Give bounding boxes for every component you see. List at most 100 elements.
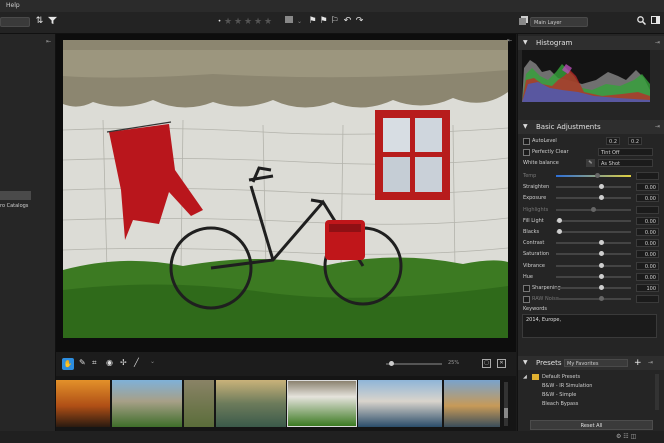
perfectly-clear-checkbox[interactable] [523,149,530,156]
panel-toggle-icon[interactable] [650,16,661,27]
line-tool-icon[interactable]: ╱ [134,358,139,367]
fullscreen-icon[interactable]: ✕ [497,359,506,368]
layers-icon[interactable] [518,16,529,27]
histogram-header[interactable]: ▼ Histogram ⇥ [518,36,664,50]
autolevel-value-1[interactable]: 0.2 [606,137,620,145]
adjustment-value[interactable]: 0.00 [636,261,659,270]
reset-all-button[interactable]: Reset All [530,420,653,430]
color-label-chevron-icon[interactable]: ⌄ [294,16,305,27]
eyedropper-icon[interactable]: ✎ [79,358,86,367]
adjustment-slider[interactable] [556,285,631,290]
histogram-menu-icon[interactable]: ⇥ [655,36,660,50]
adjustment-slider[interactable] [556,173,631,178]
adjustment-slider-knob[interactable] [598,285,604,290]
adjustment-slider[interactable] [556,262,631,268]
add-preset-icon[interactable]: + [634,356,642,370]
star-3-icon[interactable]: ★ [244,17,252,27]
status-icons[interactable]: ⚙ ☷ ◫ [616,431,636,443]
adjustment-value[interactable]: 0.00 [636,216,659,225]
thumbnail[interactable] [444,380,500,427]
repair-brush-icon[interactable]: ✢ [120,358,127,367]
star-1-icon[interactable]: ★ [224,17,232,27]
crop-icon[interactable]: ⌗ [92,358,97,368]
adjustment-slider[interactable] [556,273,631,279]
presets-scrollbar[interactable] [655,374,659,410]
flag-icon[interactable]: ⚑ [307,16,318,27]
layer-select[interactable]: Main Layer [530,17,588,27]
adjustment-slider-knob[interactable] [557,217,563,223]
adjustment-slider-knob[interactable] [598,296,604,302]
adjustment-slider-knob[interactable] [598,273,604,279]
tools-more-chevron-icon[interactable]: ⌄ [150,358,155,365]
adjustment-slider[interactable] [556,229,631,234]
adjustment-slider[interactable] [556,184,631,190]
adjustment-slider[interactable] [556,251,631,257]
basic-adjustments-header[interactable]: ▼ Basic Adjustments ⇥ [518,120,664,134]
sort-icon[interactable]: ⇅ [34,16,45,27]
zoom-slider-knob[interactable] [389,361,394,366]
star-5-icon[interactable]: ★ [264,17,272,27]
presets-select[interactable]: My Favorites [564,359,628,367]
star-4-icon[interactable]: ★ [254,17,262,27]
adjustment-value[interactable]: 0.00 [636,272,659,281]
autolevel-value-2[interactable]: 0.2 [628,137,642,145]
filter-icon[interactable] [47,16,58,27]
preset-item[interactable]: Bleach Bypass [518,399,664,409]
adjustment-slider-knob[interactable] [598,262,604,268]
adjustment-checkbox[interactable] [523,285,530,292]
filmstrip-scrollbar[interactable] [504,382,508,426]
main-photo[interactable] [63,40,508,338]
adjustment-slider-knob[interactable] [591,206,596,212]
adjustment-value[interactable]: 0.00 [636,239,659,248]
adjustment-slider-knob[interactable] [594,173,600,178]
adjustment-value[interactable] [636,205,659,214]
thumbnail[interactable] [56,380,110,427]
adjustment-slider-knob[interactable] [598,240,604,246]
flag-reject-icon[interactable]: ⚑ [318,16,329,27]
adjustment-slider[interactable] [556,195,631,201]
thumbnail[interactable] [216,380,286,427]
red-eye-icon[interactable]: ◉ [106,358,113,367]
color-label-icon[interactable] [283,16,294,27]
thumbnail[interactable] [112,380,182,427]
autolevel-checkbox[interactable] [523,138,530,145]
rotate-left-icon[interactable]: ↶ [342,16,353,27]
catalog-selected-row[interactable] [0,191,31,200]
adjustment-slider[interactable] [556,206,631,212]
collapse-left-icon[interactable]: ⇤ [46,38,51,45]
adjustment-slider[interactable] [556,240,631,246]
star-2-icon[interactable]: ★ [234,17,242,27]
view-dropdown[interactable] [0,17,30,27]
adjustment-slider-knob[interactable] [598,184,604,190]
adjustment-value[interactable] [636,295,659,304]
presets-menu-icon[interactable]: ⇥ [648,356,653,370]
perfectly-clear-select[interactable]: Tint Off [598,148,653,156]
flag-clear-icon[interactable]: ⚐ [329,16,340,27]
adjustment-value[interactable]: 0.00 [636,228,659,236]
thumbnail[interactable] [184,380,214,427]
menu-help[interactable]: Help [0,2,20,9]
adjustment-value[interactable]: 100 [636,284,659,292]
white-balance-select[interactable]: As Shot [598,159,653,167]
fit-screen-icon[interactable]: ▢ [482,359,491,368]
adjustment-slider[interactable] [556,217,631,223]
adjustment-slider-knob[interactable] [598,195,604,201]
catalog-item[interactable]: ro Catalogs [0,203,28,209]
adjustment-value[interactable]: 0.00 [636,250,659,259]
filmstrip-scroll-thumb[interactable] [504,408,508,418]
rotate-right-icon[interactable]: ↷ [354,16,365,27]
zoom-slider[interactable] [386,361,442,366]
pan-tool-icon[interactable]: ✋ [62,358,74,370]
adjustment-slider-knob[interactable] [557,229,563,234]
adjustment-checkbox[interactable] [523,296,530,304]
adjustment-slider[interactable] [556,296,631,302]
adjustment-slider-knob[interactable] [598,251,604,257]
thumbnail[interactable] [358,380,442,427]
presets-header[interactable]: ▼ Presets My Favorites + ⇥ [518,356,664,370]
adjustment-value[interactable]: 0.00 [636,183,659,192]
basic-menu-icon[interactable]: ⇥ [655,120,660,134]
thumbnail-selected[interactable] [287,380,357,427]
search-icon[interactable] [636,16,647,27]
adjustment-value[interactable] [636,172,659,180]
adjustment-value[interactable]: 0.00 [636,194,659,203]
